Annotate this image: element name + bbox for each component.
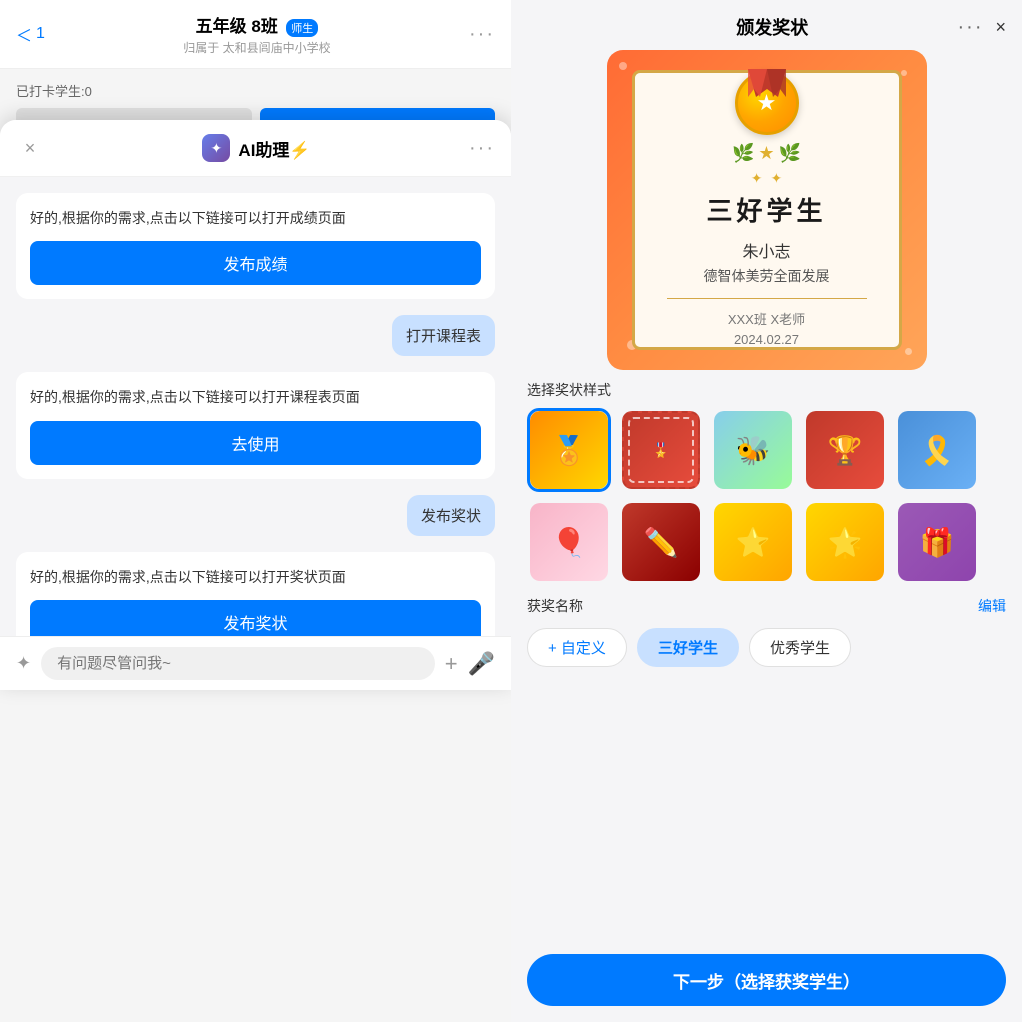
template-item-4[interactable]: 🏆 (803, 408, 887, 492)
template-section-label: 选择奖状样式 (511, 380, 1022, 408)
award-name-label: 获奖名称 (527, 596, 583, 616)
template-preview-4: 🏆 (806, 411, 884, 489)
custom-chip-label: + 自定义 (548, 640, 606, 657)
left-panel: ＜ 1 五年级 8班 师生 归属于 太和县闾庙中小学校 ··· 已打卡学生:0 … (0, 0, 511, 1022)
ai-icon: ✦ (202, 134, 230, 162)
go-use-button[interactable]: 去使用 (30, 421, 481, 465)
award-close-button[interactable]: × (995, 17, 1006, 38)
certificate-medal: ★ (727, 83, 807, 135)
cert-main-title: 三好学生 (706, 191, 826, 228)
cert-description: 德智体美劳全面发展 (704, 266, 830, 286)
user-message-1: 打开课程表 (16, 315, 495, 356)
cert-star-center: ★ (758, 143, 774, 164)
template-item-6[interactable]: 🎈 (527, 500, 611, 584)
ai-icon-char: ✦ (211, 140, 223, 157)
bot-text-1: 好的,根据你的需求,点击以下链接可以打开成绩页面 (30, 210, 346, 226)
class-header: ＜ 1 五年级 8班 师生 归属于 太和县闾庙中小学校 ··· (0, 0, 511, 69)
class-name: 五年级 8班 (196, 17, 278, 36)
class-title: 五年级 8班 师生 (183, 12, 330, 37)
template-item-5[interactable]: 🎗️ (895, 408, 979, 492)
template-item-10[interactable]: 🎁 (895, 500, 979, 584)
checkin-count: 已打卡学生:0 (16, 81, 495, 100)
user-bubble-2: 发布奖状 (407, 495, 495, 536)
template-preview-5: 🎗️ (898, 411, 976, 489)
template-preview-8: ⭐ (714, 503, 792, 581)
back-button[interactable]: ＜ 1 (16, 22, 45, 46)
template-preview-6: 🎈 (530, 503, 608, 581)
stars-decoration: ✦ ✦ (751, 170, 782, 187)
template-grid: 🏅 🎖️ 🐝 🏆 🎗️ 🎈 ✏️ ⭐ 🌟 🎁 (511, 408, 1022, 596)
chat-input[interactable] (41, 647, 435, 680)
bot-message-2: 好的,根据你的需求,点击以下链接可以打开课程表页面 去使用 (16, 372, 495, 478)
back-count: 1 (36, 25, 45, 43)
bot-text-2: 好的,根据你的需求,点击以下链接可以打开课程表页面 (30, 389, 360, 405)
youxiu-chip[interactable]: 优秀学生 (749, 628, 851, 667)
next-step-button[interactable]: 下一步（选择获奖学生） (527, 954, 1006, 1006)
add-button[interactable]: + (445, 651, 458, 677)
template-preview-1: 🏅 (530, 411, 608, 489)
certificate-preview-area: ★ 🌿 ★ 🌿 ✦ ✦ 三好学生 朱小志 (511, 50, 1022, 380)
ai-modal-header: × ✦ AI助理⚡ ··· (0, 120, 511, 177)
template-preview-9: 🌟 (806, 503, 884, 581)
ai-title-area: ✦ AI助理⚡ (202, 134, 310, 162)
sanhao-chip-label: 三好学生 (658, 640, 718, 657)
award-header: 颁发奖状 ··· × (511, 0, 1022, 50)
chevron-left-icon: ＜ (16, 22, 32, 46)
template-item-8[interactable]: ⭐ (711, 500, 795, 584)
template-preview-3: 🐝 (714, 411, 792, 489)
laurel-decoration: 🌿 ★ 🌿 (732, 143, 801, 164)
ai-title: AI助理⚡ (238, 136, 310, 161)
award-edit-button[interactable]: 编辑 (978, 596, 1006, 616)
template-preview-10: 🎁 (898, 503, 976, 581)
bot-text-3: 好的,根据你的需求,点击以下链接可以打开奖状页面 (30, 569, 346, 585)
magic-icon: ✦ (16, 653, 31, 674)
right-panel: 颁发奖状 ··· × (511, 0, 1022, 1022)
bot-message-1: 好的,根据你的需求,点击以下链接可以打开成绩页面 发布成绩 (16, 193, 495, 299)
class-info: 五年级 8班 师生 归属于 太和县闾庙中小学校 (183, 12, 330, 56)
publish-grades-button[interactable]: 发布成绩 (30, 241, 481, 285)
ai-more-button[interactable]: ··· (469, 137, 495, 160)
award-title: 颁发奖状 (736, 14, 808, 40)
template-item-2[interactable]: 🎖️ (619, 408, 703, 492)
cert-date: 2024.02.27 (734, 332, 799, 347)
youxiu-chip-label: 优秀学生 (770, 640, 830, 657)
template-item-7[interactable]: ✏️ (619, 500, 703, 584)
more-options-button[interactable]: ··· (469, 23, 495, 46)
custom-chip[interactable]: + 自定义 (527, 628, 627, 667)
header-actions: ··· × (958, 16, 1007, 39)
certificate-inner: ★ 🌿 ★ 🌿 ✦ ✦ 三好学生 朱小志 (632, 70, 902, 350)
certificate-preview: ★ 🌿 ★ 🌿 ✦ ✦ 三好学生 朱小志 (607, 50, 927, 370)
school-name: 归属于 太和县闾庙中小学校 (183, 39, 330, 56)
template-preview-7: ✏️ (622, 503, 700, 581)
cert-recipient-name: 朱小志 (742, 238, 790, 262)
teacher-student-badge: 师生 (286, 19, 318, 37)
award-name-section: 获奖名称 编辑 (511, 596, 1022, 628)
template-item-1[interactable]: 🏅 (527, 408, 611, 492)
template-preview-2: 🎖️ (622, 411, 700, 489)
ai-assistant-modal: × ✦ AI助理⚡ ··· 好的,根据你的需求,点击以下链接可以打开成绩页面 发… (0, 120, 511, 690)
cert-class-info: XXX班 X老师 (728, 309, 805, 328)
template-item-3[interactable]: 🐝 (711, 408, 795, 492)
mic-button[interactable]: 🎤 (468, 651, 495, 677)
user-message-2: 发布奖状 (16, 495, 495, 536)
template-item-9[interactable]: 🌟 (803, 500, 887, 584)
chat-input-bar: ✦ + 🎤 (0, 636, 511, 690)
medal-ribbon-svg (728, 69, 806, 99)
award-chips-row: + 自定义 三好学生 优秀学生 (511, 628, 1022, 683)
sanhao-chip[interactable]: 三好学生 (637, 628, 739, 667)
cert-divider (667, 298, 867, 299)
user-bubble-1: 打开课程表 (392, 315, 495, 356)
ai-close-button[interactable]: × (16, 134, 44, 162)
chat-body: 好的,根据你的需求,点击以下链接可以打开成绩页面 发布成绩 打开课程表 好的,根… (0, 177, 511, 690)
award-more-button[interactable]: ··· (958, 16, 984, 39)
